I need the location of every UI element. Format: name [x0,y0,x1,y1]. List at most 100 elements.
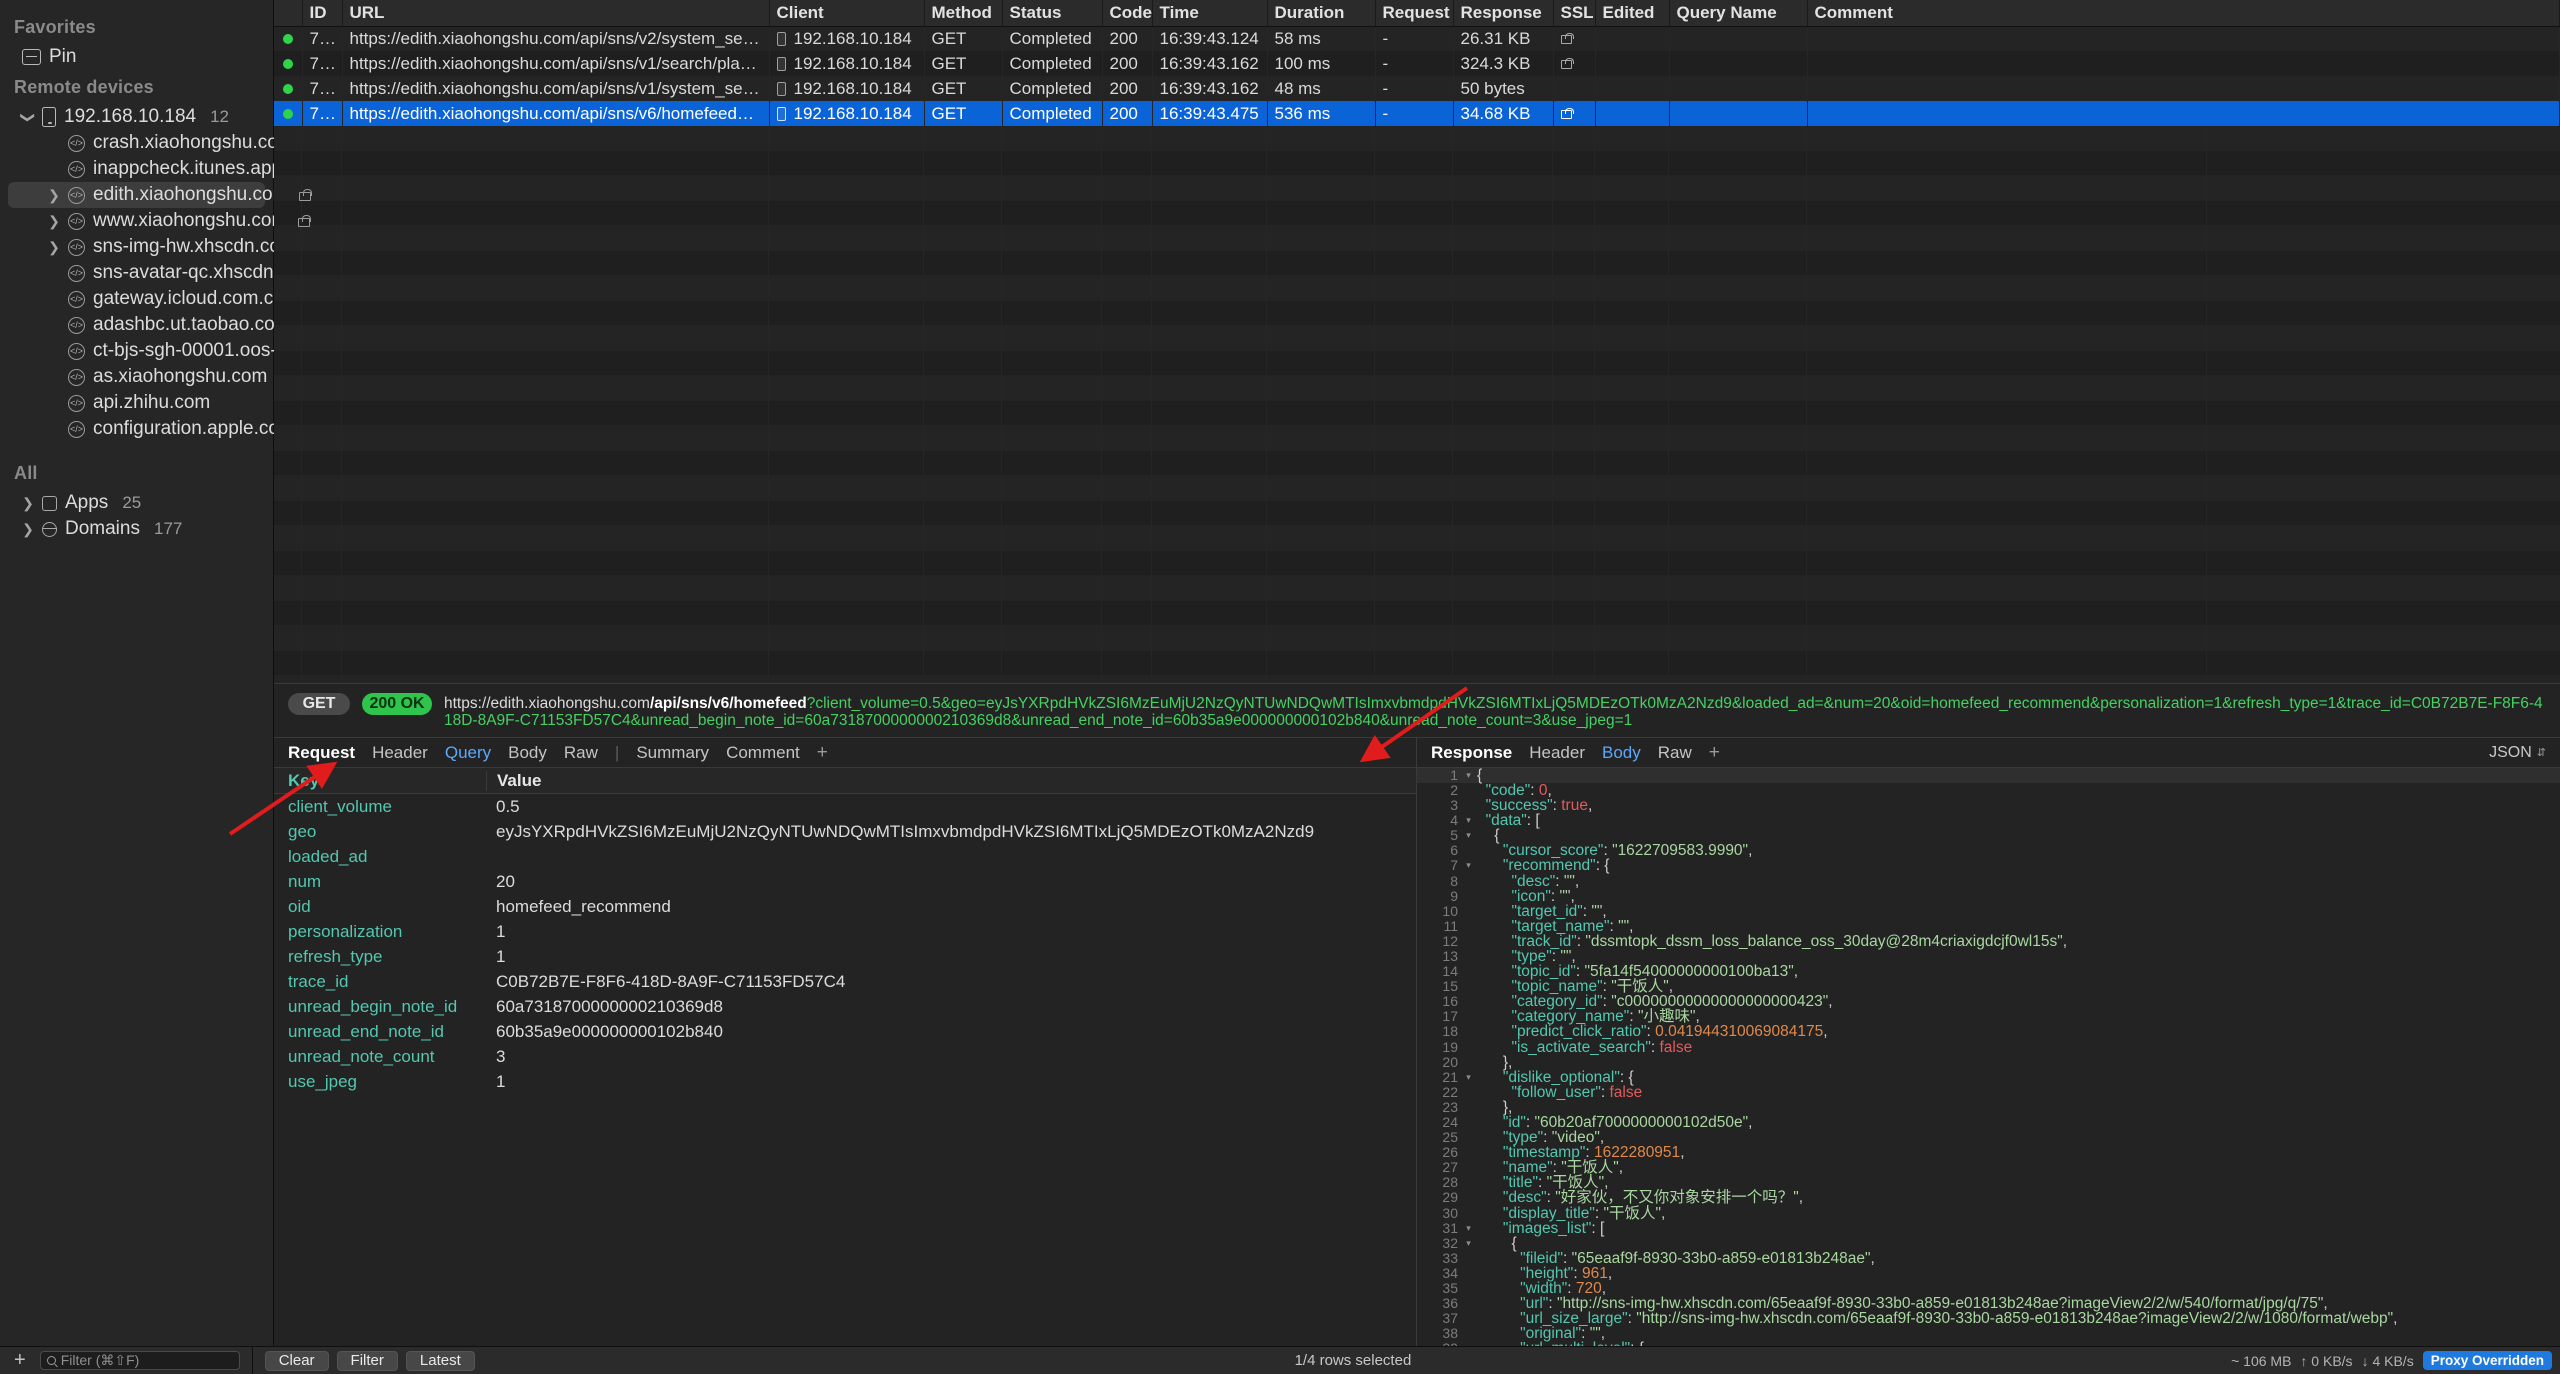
fold-toggle-icon[interactable] [1463,1326,1474,1341]
query-parameter-row[interactable]: oid homefeed_recommend [274,894,1416,919]
sidebar-item-apps[interactable]: ❯ Apps 25 [0,490,273,516]
fold-toggle-icon[interactable]: ▾ [1463,858,1474,873]
sidebar-host-item[interactable]: ❯</>configuration.apple.com [0,416,295,442]
tab-request-summary[interactable]: Summary [636,743,709,763]
table-column-header[interactable] [274,0,303,27]
query-parameter-row[interactable]: loaded_ad [274,844,1416,869]
fold-toggle-icon[interactable]: ▾ [1463,1221,1474,1236]
sidebar-host-item[interactable]: ❯ </> sns-img-hw.xhscdn.com [0,234,296,260]
fold-toggle-icon[interactable] [1463,783,1474,798]
query-parameter-row[interactable]: geo eyJsYXRpdHVkZSI6MzEuMjU2NzQyNTUwNDQwM… [274,819,1416,844]
chevron-right-icon[interactable]: ❯ [22,521,34,538]
chevron-right-icon[interactable]: ❯ [48,239,60,256]
query-parameter-row[interactable]: refresh_type 1 [274,944,1416,969]
fold-toggle-icon[interactable] [1463,904,1474,919]
fold-toggle-icon[interactable]: ▾ [1463,768,1474,783]
sidebar-host-item[interactable]: ❯</>gateway.icloud.com.cn [0,286,284,312]
filter-button[interactable]: Filter [336,1350,398,1371]
chevron-down-icon[interactable]: ❯ [20,111,37,123]
fold-toggle-icon[interactable] [1463,1311,1474,1326]
fold-toggle-icon[interactable] [1463,1251,1474,1266]
query-parameter-row[interactable]: trace_id C0B72B7E-F8F6-418D-8A9F-C71153FD… [274,969,1416,994]
fold-toggle-icon[interactable] [1463,874,1474,889]
table-column-header[interactable]: Client [769,0,925,27]
fold-toggle-icon[interactable] [1463,1281,1474,1296]
fold-toggle-icon[interactable] [1463,1040,1474,1055]
fold-toggle-icon[interactable] [1463,964,1474,979]
proxy-status-badge[interactable]: Proxy Overridden [2422,1351,2552,1370]
fold-toggle-icon[interactable] [1463,919,1474,934]
fold-toggle-icon[interactable] [1463,1085,1474,1100]
sidebar-host-item[interactable]: ❯</>sns-avatar-qc.xhscdn.com [0,260,315,286]
fold-toggle-icon[interactable] [1463,1024,1474,1039]
sidebar-host-item[interactable]: ❯</>crash.xiaohongshu.com [0,130,294,156]
latest-button[interactable]: Latest [405,1350,475,1371]
fold-toggle-icon[interactable] [1463,889,1474,904]
fold-toggle-icon[interactable] [1463,1175,1474,1190]
fold-toggle-icon[interactable] [1463,1055,1474,1070]
table-column-header[interactable]: URL [342,0,770,27]
table-column-header[interactable]: SSL [1553,0,1596,27]
chevron-right-icon[interactable]: ❯ [48,213,60,230]
sidebar-host-item[interactable]: ❯ </> edith.xiaohongshu.com [8,182,313,208]
fold-toggle-icon[interactable] [1463,798,1474,813]
json-viewer[interactable]: 1 ▾{2 "code": 0, 3 "success": true, 4 ▾ "dat… [1417,767,2560,1346]
fold-toggle-icon[interactable]: ▾ [1463,1236,1474,1251]
table-column-header[interactable]: ID [302,0,343,27]
table-column-header[interactable]: Method [924,0,1003,27]
fold-toggle-icon[interactable] [1463,1115,1474,1130]
fold-toggle-icon[interactable] [1463,994,1474,1009]
fold-toggle-icon[interactable] [1463,949,1474,964]
tab-response-body[interactable]: Body [1602,743,1641,763]
add-button[interactable]: + [8,1349,32,1372]
chevron-right-icon[interactable]: ❯ [22,495,34,512]
table-column-header[interactable]: Request [1375,0,1454,27]
add-tab-button[interactable]: + [1709,742,1720,764]
table-column-header[interactable]: Query Name [1669,0,1808,27]
table-row[interactable]: 706 https://edith.xiaohongshu.com/api/sns… [274,26,2560,51]
table-row[interactable]: 709 https://edith.xiaohongshu.com/api/sns… [274,76,2560,101]
sidebar-item-device[interactable]: ❯ 192.168.10.184 12 [0,104,273,130]
query-parameter-row[interactable]: unread_end_note_id 60b35a9e000000000102b8… [274,1019,1416,1044]
clear-button[interactable]: Clear [264,1350,329,1371]
add-tab-button[interactable]: + [817,742,828,764]
tab-request-raw[interactable]: Raw [564,743,598,763]
tab-response-raw[interactable]: Raw [1658,743,1692,763]
fold-toggle-icon[interactable] [1463,1130,1474,1145]
chevron-right-icon[interactable]: ❯ [48,187,60,204]
tab-request-body[interactable]: Body [508,743,547,763]
table-column-header[interactable]: Comment [1807,0,2560,27]
query-parameter-row[interactable]: client_volume 0.5 [274,794,1416,819]
query-parameter-row[interactable]: use_jpeg 1 [274,1069,1416,1094]
fold-toggle-icon[interactable]: ▾ [1463,1070,1474,1085]
query-parameter-row[interactable]: unread_note_count 3 [274,1044,1416,1069]
fold-toggle-icon[interactable] [1463,1009,1474,1024]
sidebar-item-domains[interactable]: ❯ Domains 177 [0,516,273,542]
query-parameter-row[interactable]: unread_begin_note_id 60a73187000000002103… [274,994,1416,1019]
table-row[interactable]: 708 https://edith.xiaohongshu.com/api/sns… [274,51,2560,76]
sidebar-host-item[interactable]: ❯</>adashbc.ut.taobao.com [0,312,291,338]
fold-toggle-icon[interactable] [1463,1190,1474,1205]
query-parameter-row[interactable]: num 20 [274,869,1416,894]
table-column-header[interactable]: Time [1152,0,1268,27]
fold-toggle-icon[interactable] [1463,1100,1474,1115]
tab-request-comment[interactable]: Comment [726,743,800,763]
sidebar-host-item[interactable]: ❯</>api.zhihu.com [0,390,273,416]
fold-toggle-icon[interactable] [1463,1266,1474,1281]
sidebar-host-item[interactable]: ❯</>as.xiaohongshu.com [0,364,273,390]
table-column-header[interactable]: Code [1102,0,1153,27]
fold-toggle-icon[interactable] [1463,1206,1474,1221]
tab-response-header[interactable]: Header [1529,743,1585,763]
query-parameter-row[interactable]: personalization 1 [274,919,1416,944]
fold-toggle-icon[interactable]: ▾ [1463,828,1474,843]
fold-toggle-icon[interactable] [1463,843,1474,858]
tab-request-header[interactable]: Header [372,743,428,763]
filter-input[interactable]: Filter (⌘⇧F) [39,1351,240,1370]
sidebar-host-item[interactable]: ❯</>ct-bjs-sgh-00001.oos-cn-1... [0,338,330,364]
tab-request-query[interactable]: Query [445,743,491,763]
table-column-header[interactable]: Edited [1595,0,1670,27]
sidebar-item-pin[interactable]: Pin [0,44,273,70]
request-url[interactable]: https://edith.xiaohongshu.com/api/sns/v6… [444,693,2548,729]
fold-toggle-icon[interactable] [1463,934,1474,949]
table-row[interactable]: 714 https://edith.xiaohongshu.com/api/sns… [274,101,2560,126]
